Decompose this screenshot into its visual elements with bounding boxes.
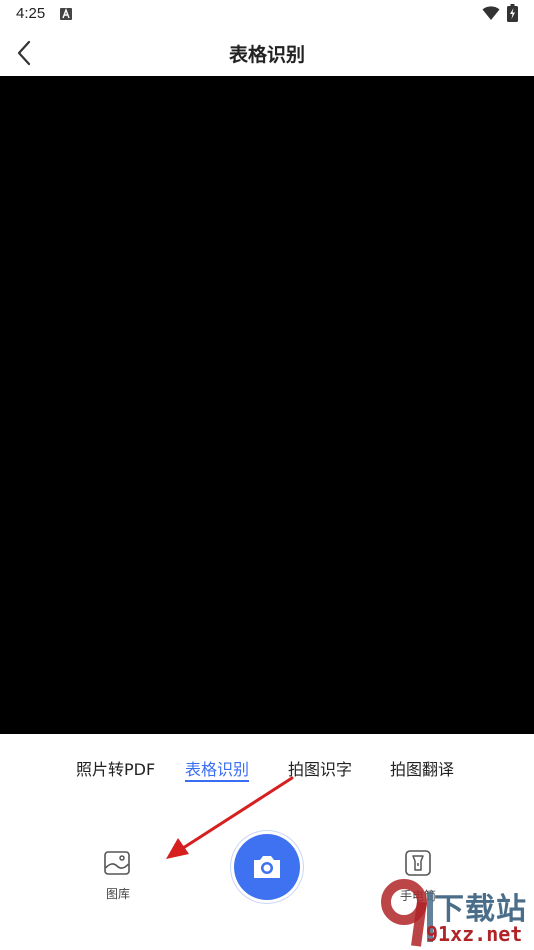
shutter-button[interactable] xyxy=(234,834,300,900)
tab-photo-text-recognition[interactable]: 拍图识字 xyxy=(288,756,352,780)
gallery-label: 图库 xyxy=(105,887,130,901)
battery-charging-icon xyxy=(507,4,518,22)
status-time: 4:25 xyxy=(16,5,46,22)
tab-photo-to-pdf[interactable]: 照片转PDF xyxy=(76,756,155,780)
flashlight-icon xyxy=(405,850,431,876)
gallery-button[interactable]: 图库 xyxy=(92,849,144,905)
watermark-url: 91xz.net xyxy=(426,922,523,946)
watermark: 下载站 91xz.net xyxy=(378,878,534,950)
notification-a-icon xyxy=(60,8,72,20)
tab-table-recognition[interactable]: 表格识别 xyxy=(185,756,250,782)
image-icon xyxy=(104,851,130,875)
status-bar: 4:25 xyxy=(0,0,534,28)
camera-preview[interactable] xyxy=(0,76,534,734)
tab-label: 照片转PDF xyxy=(76,760,156,779)
nav-bar: 表格识别 xyxy=(0,28,534,76)
tab-photo-translation[interactable]: 拍图翻译 xyxy=(390,756,454,780)
active-tab-indicator xyxy=(185,780,250,782)
tab-label: 表格识别 xyxy=(185,760,250,779)
mode-tabs: 照片转PDF 表格识别 拍图识字 拍图翻译 xyxy=(0,756,534,786)
page-title: 表格识别 xyxy=(228,44,305,66)
tab-label: 拍图翻译 xyxy=(390,760,455,779)
wifi-icon xyxy=(482,6,500,20)
camera-icon xyxy=(254,856,280,878)
tab-label: 拍图识字 xyxy=(288,760,353,779)
